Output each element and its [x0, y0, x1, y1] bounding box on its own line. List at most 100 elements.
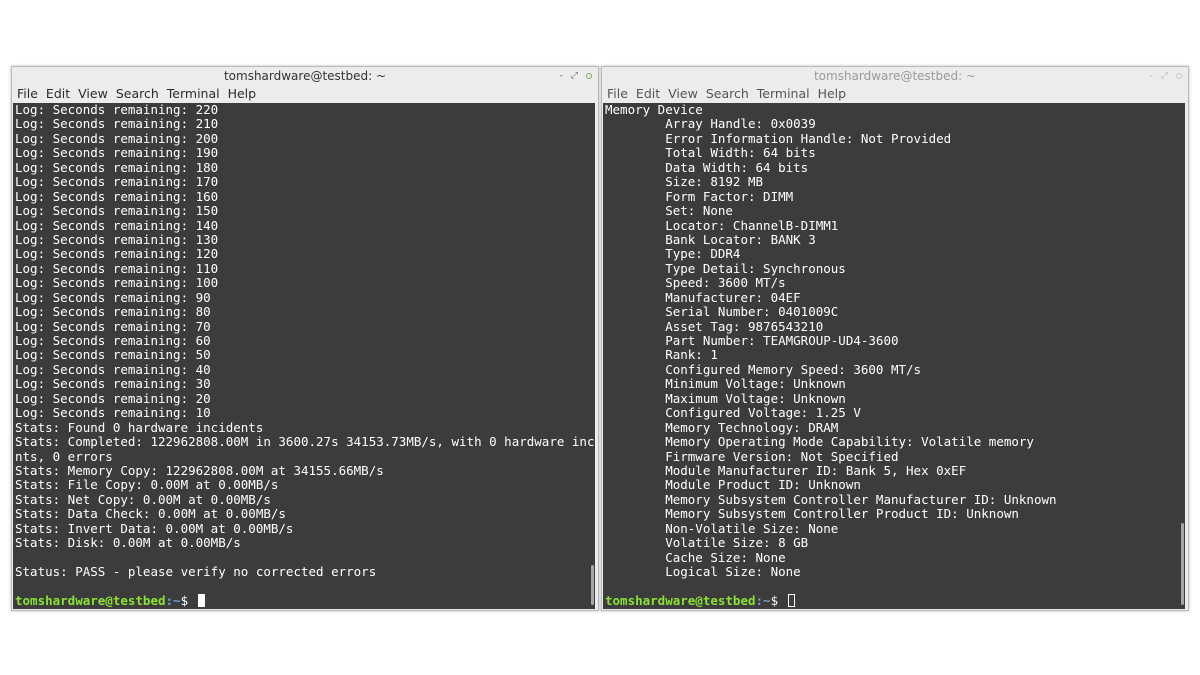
window-titlebar[interactable]: tomshardware@testbed: ~ - ⤢ [602, 67, 1188, 85]
menu-search[interactable]: Search [706, 85, 749, 103]
menu-edit[interactable]: Edit [636, 85, 660, 103]
terminal-line: Log: Seconds remaining: 10 [15, 405, 211, 421]
terminal-output[interactable]: Memory Device Array Handle: 0x0039 Error… [603, 103, 1185, 609]
terminal-output[interactable]: Log: Seconds remaining: 220 Log: Seconds … [13, 103, 595, 609]
terminal-line: Stats: Found 0 hardware incidents [15, 419, 264, 435]
terminal-line: Asset Tag: 9876543210 [605, 318, 824, 334]
terminal-line: Serial Number: 0401009C [605, 304, 839, 320]
terminal-line: Non-Volatile Size: None [605, 520, 839, 536]
menu-view[interactable]: View [668, 85, 698, 103]
scrollbar-thumb[interactable] [591, 565, 594, 605]
shell-prompt[interactable]: tomshardware@testbed:~$ [605, 593, 795, 608]
menu-help[interactable]: Help [228, 85, 257, 103]
terminal-line: Data Width: 64 bits [605, 159, 809, 175]
terminal-text: Log: Seconds remaining: 220 Log: Seconds … [15, 103, 595, 579]
terminal-line: Size: 8192 MB [605, 174, 764, 190]
menu-bar: File Edit View Search Terminal Help [602, 85, 1188, 103]
prompt-path: :~ [755, 593, 771, 608]
terminal-line: Module Product ID: Unknown [605, 477, 861, 493]
terminal-line: Maximum Voltage: Unknown [605, 390, 846, 406]
prompt-user: tomshardware@testbed [15, 593, 166, 608]
terminal-line: Log: Seconds remaining: 220 [15, 103, 219, 117]
menu-file[interactable]: File [607, 85, 628, 103]
terminal-line: Cache Size: None [605, 549, 786, 565]
terminal-line: Locator: ChannelB-DIMM1 [605, 217, 839, 233]
close-icon[interactable] [586, 73, 592, 79]
prompt-path: :~ [165, 593, 181, 608]
terminal-line: Log: Seconds remaining: 40 [15, 361, 211, 377]
maximize-icon[interactable]: ⤢ [571, 67, 578, 85]
terminal-line: Log: Seconds remaining: 180 [15, 159, 219, 175]
window-title: tomshardware@testbed: ~ [223, 69, 387, 83]
terminal-line: Log: Seconds remaining: 20 [15, 390, 211, 406]
window-titlebar[interactable]: tomshardware@testbed: ~ - ⤢ [12, 67, 598, 85]
menu-search[interactable]: Search [116, 85, 159, 103]
terminal-line: Volatile Size: 8 GB [605, 535, 809, 551]
terminal-line: Log: Seconds remaining: 170 [15, 174, 219, 190]
terminal-line: Log: Seconds remaining: 80 [15, 304, 211, 320]
terminal-line: Stats: Memory Copy: 122962808.00M at 341… [15, 462, 384, 478]
terminal-line: Part Number: TEAMGROUP-UD4-3600 [605, 333, 899, 348]
text-cursor [787, 594, 795, 607]
menu-file[interactable]: File [17, 85, 38, 103]
terminal-line: Log: Seconds remaining: 30 [15, 376, 211, 392]
menu-edit[interactable]: Edit [46, 85, 70, 103]
close-icon[interactable] [1176, 73, 1182, 79]
terminal-line: Log: Seconds remaining: 100 [15, 275, 219, 291]
window-controls: - ⤢ [560, 67, 592, 85]
terminal-line: Configured Voltage: 1.25 V [605, 405, 861, 421]
terminal-line: Stats: Completed: 122962808.00M in 3600.… [15, 434, 595, 450]
terminal-line: Log: Seconds remaining: 60 [15, 333, 211, 348]
terminal-line: Status: PASS - please verify no correcte… [15, 564, 377, 579]
terminal-line: Memory Subsystem Controller Product ID: … [605, 506, 1019, 522]
terminal-line: Log: Seconds remaining: 160 [15, 188, 219, 204]
terminal-line: Type: DDR4 [605, 246, 741, 262]
terminal-line: Memory Technology: DRAM [605, 419, 839, 435]
terminal-window-right[interactable]: tomshardware@testbed: ~ - ⤢ File Edit Vi… [601, 66, 1189, 611]
terminal-line: Rank: 1 [605, 347, 718, 363]
window-title: tomshardware@testbed: ~ [813, 69, 977, 83]
terminal-line: Log: Seconds remaining: 70 [15, 318, 211, 334]
terminal-line: Bank Locator: BANK 3 [605, 231, 816, 247]
terminal-line: Minimum Voltage: Unknown [605, 376, 846, 392]
menu-help[interactable]: Help [818, 85, 847, 103]
terminal-line: Log: Seconds remaining: 190 [15, 145, 219, 161]
minimize-icon[interactable]: - [560, 67, 563, 85]
terminal-line: Stats: Net Copy: 0.00M at 0.00MB/s [15, 491, 271, 507]
terminal-line: Stats: Invert Data: 0.00M at 0.00MB/s [15, 520, 294, 536]
terminal-line: Memory Subsystem Controller Manufacturer… [605, 491, 1057, 507]
terminal-line: Log: Seconds remaining: 90 [15, 289, 211, 305]
terminal-line: Log: Seconds remaining: 140 [15, 217, 219, 233]
menu-bar: File Edit View Search Terminal Help [12, 85, 598, 103]
terminal-line: Array Handle: 0x0039 [605, 116, 816, 132]
terminal-line: Log: Seconds remaining: 50 [15, 347, 211, 363]
scrollbar-thumb[interactable] [1181, 523, 1184, 605]
terminal-line: Log: Seconds remaining: 130 [15, 231, 219, 247]
menu-terminal[interactable]: Terminal [167, 85, 220, 103]
terminal-line: Stats: Disk: 0.00M at 0.00MB/s [15, 535, 241, 551]
maximize-icon[interactable]: ⤢ [1161, 67, 1168, 85]
terminal-line: Log: Seconds remaining: 110 [15, 260, 219, 276]
terminal-line: Stats: File Copy: 0.00M at 0.00MB/s [15, 477, 279, 493]
terminal-line: Form Factor: DIMM [605, 188, 794, 204]
menu-terminal[interactable]: Terminal [757, 85, 810, 103]
prompt-symbol: $ [180, 593, 196, 608]
terminal-text: Memory Device Array Handle: 0x0039 Error… [605, 103, 1057, 579]
menu-view[interactable]: View [78, 85, 108, 103]
terminal-line: Log: Seconds remaining: 120 [15, 246, 219, 262]
terminal-line: nts, 0 errors [15, 448, 113, 464]
terminal-line: Firmware Version: Not Specified [605, 448, 899, 464]
terminal-line: Manufacturer: 04EF [605, 289, 801, 305]
minimize-icon[interactable]: - [1150, 67, 1153, 85]
terminal-line: Configured Memory Speed: 3600 MT/s [605, 361, 922, 377]
terminal-line: Module Manufacturer ID: Bank 5, Hex 0xEF [605, 462, 967, 478]
terminal-line: Type Detail: Synchronous [605, 260, 846, 276]
terminal-line: Stats: Data Check: 0.00M at 0.00MB/s [15, 506, 286, 522]
terminal-window-left[interactable]: tomshardware@testbed: ~ - ⤢ File Edit Vi… [11, 66, 599, 611]
terminal-line: Memory Operating Mode Capability: Volati… [605, 434, 1034, 450]
shell-prompt[interactable]: tomshardware@testbed:~$ [15, 593, 205, 608]
text-cursor [197, 594, 205, 607]
terminal-line: Log: Seconds remaining: 210 [15, 116, 219, 132]
terminal-line: Total Width: 64 bits [605, 145, 816, 161]
